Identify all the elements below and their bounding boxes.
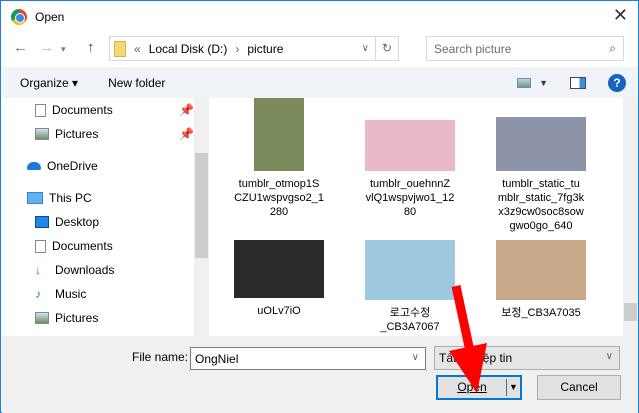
breadcrumb-local-disk[interactable]: Local Disk (D:) bbox=[149, 42, 228, 56]
sidebar-item-desktop[interactable]: Desktop bbox=[35, 215, 99, 229]
file-item[interactable]: 보정_CB3A7035 bbox=[486, 240, 596, 320]
toolbar: Organize ▾ New folder ▼ ? bbox=[2, 67, 638, 98]
documents-icon bbox=[35, 239, 46, 253]
window-title: Open bbox=[35, 10, 65, 24]
sidebar-item-documents-quick[interactable]: Documents bbox=[35, 103, 113, 117]
file-name-line: x3z9cw0soc8sow bbox=[498, 206, 584, 218]
view-icon[interactable] bbox=[517, 77, 532, 88]
chrome-icon bbox=[11, 9, 27, 25]
file-name-line: CZU1wspvgso2_1 bbox=[234, 192, 324, 204]
overflow-chevron[interactable]: « bbox=[134, 42, 141, 56]
pictures-icon bbox=[35, 312, 49, 324]
thumbnail-image bbox=[254, 98, 304, 171]
search-icon: ⌕ bbox=[609, 41, 616, 55]
file-name-value: OngNiel bbox=[195, 352, 239, 366]
pin-icon[interactable]: 📌 bbox=[179, 103, 194, 117]
scrollbar-thumb[interactable] bbox=[624, 303, 637, 321]
onedrive-icon bbox=[27, 162, 41, 170]
view-dropdown-icon[interactable]: ▼ bbox=[539, 78, 548, 88]
sidebar-item-documents[interactable]: Documents bbox=[35, 239, 113, 253]
file-name-line: tumblr_static_tu bbox=[502, 178, 580, 190]
preview-pane-icon[interactable] bbox=[570, 76, 586, 89]
pc-icon bbox=[27, 192, 43, 204]
new-folder-button[interactable]: New folder bbox=[108, 76, 165, 90]
sidebar-item-label: Downloads bbox=[55, 263, 115, 277]
thumbnail-image bbox=[496, 117, 586, 171]
file-item[interactable]: tumblr_otmop1S CZU1wspvgso2_1 280 bbox=[224, 98, 334, 219]
sidebar-item-label: Desktop bbox=[55, 215, 100, 229]
documents-icon bbox=[35, 103, 46, 117]
file-name-label: File name: bbox=[132, 350, 189, 364]
cancel-button[interactable]: Cancel bbox=[537, 375, 621, 400]
sidebar-item-label: Music bbox=[55, 287, 87, 301]
sidebar-item-music[interactable]: ♪ Music bbox=[35, 287, 86, 301]
file-grid-scrollbar[interactable] bbox=[623, 98, 638, 336]
close-button[interactable]: ✕ bbox=[613, 5, 628, 26]
file-name-line: 80 bbox=[403, 206, 417, 218]
footer: File name: OngNiel∨ Tất cả Tệp tin∨ Open… bbox=[2, 336, 638, 413]
sidebar-item-label: OneDrive bbox=[47, 159, 98, 173]
sidebar-item-label: Pictures bbox=[55, 311, 99, 325]
navigation-pane: Documents 📌 Pictures 📌 OneDrive This PC … bbox=[2, 98, 194, 336]
file-name-line: mblr_static_7fg3k bbox=[497, 192, 585, 204]
sidebar-item-label: This PC bbox=[49, 191, 92, 205]
sidebar-item-this-pc[interactable]: This PC bbox=[27, 191, 92, 205]
open-dropdown-icon[interactable]: ▼ bbox=[506, 379, 520, 396]
up-button[interactable]: ↑ bbox=[87, 39, 95, 56]
file-name-line: gwo0go_640 bbox=[509, 220, 573, 232]
scrollbar-thumb[interactable] bbox=[195, 153, 208, 258]
chevron-down-icon[interactable]: ∨ bbox=[606, 351, 613, 362]
sidebar-item-label: Pictures bbox=[55, 127, 99, 141]
breadcrumb-picture[interactable]: picture bbox=[247, 42, 283, 56]
organize-button[interactable]: Organize ▾ bbox=[20, 76, 78, 90]
help-icon[interactable]: ? bbox=[608, 73, 626, 92]
desktop-icon bbox=[35, 216, 49, 228]
sidebar-item-onedrive[interactable]: OneDrive bbox=[27, 159, 98, 173]
sidebar-item-label: Documents bbox=[52, 239, 113, 253]
open-dialog: Open ✕ ← → ▾ ↑ « Local Disk (D:) › pictu… bbox=[0, 0, 639, 413]
address-bar[interactable]: « Local Disk (D:) › picture ∨ ↻ bbox=[109, 36, 399, 61]
sidebar-item-downloads[interactable]: ↓ Downloads bbox=[35, 263, 114, 277]
file-item[interactable]: tumblr_static_tu mblr_static_7fg3k x3z9cw0… bbox=[486, 117, 596, 233]
title-bar: Open bbox=[11, 9, 64, 25]
chevron-down-icon[interactable]: ∨ bbox=[412, 352, 419, 363]
search-placeholder: Search picture bbox=[434, 42, 512, 56]
file-name-line: 280 bbox=[269, 206, 289, 218]
file-name-line: 보정_CB3A7035 bbox=[501, 307, 581, 319]
folder-icon bbox=[114, 40, 126, 57]
file-name-line: uOLv7iO bbox=[257, 305, 301, 317]
thumbnail-image bbox=[365, 120, 455, 171]
thumbnail-image bbox=[234, 240, 324, 298]
file-grid: tumblr_otmop1S CZU1wspvgso2_1 280 tumblr_o… bbox=[214, 98, 623, 336]
file-item[interactable]: uOLv7iO bbox=[224, 240, 334, 318]
sidebar-item-pictures-quick[interactable]: Pictures bbox=[35, 127, 98, 141]
sidebar-item-label: Documents bbox=[52, 103, 113, 117]
navigation-scrollbar[interactable] bbox=[194, 98, 209, 336]
file-item[interactable]: tumblr_ouehnnZ vlQ1wspvjwo1_12 80 bbox=[355, 120, 465, 219]
file-name-input[interactable]: OngNiel ∨ bbox=[190, 347, 426, 370]
recent-dropdown[interactable]: ▾ bbox=[61, 44, 66, 55]
forward-button[interactable]: → bbox=[39, 39, 54, 56]
file-name-line: tumblr_ouehnnZ bbox=[369, 178, 451, 190]
pin-icon[interactable]: 📌 bbox=[179, 127, 194, 141]
red-arrow-annotation bbox=[449, 285, 487, 393]
back-button[interactable]: ← bbox=[13, 39, 28, 56]
thumbnail-image bbox=[496, 240, 586, 300]
file-name-line: vlQ1wspvjwo1_12 bbox=[365, 192, 455, 204]
music-icon: ♪ bbox=[35, 287, 41, 301]
pictures-icon bbox=[35, 128, 49, 140]
sidebar-item-pictures[interactable]: Pictures bbox=[35, 311, 98, 325]
search-input[interactable]: Search picture ⌕ bbox=[426, 36, 624, 61]
refresh-icon[interactable]: ↻ bbox=[374, 37, 398, 60]
downloads-icon: ↓ bbox=[35, 263, 41, 277]
breadcrumb-separator: › bbox=[235, 41, 240, 56]
file-name-line: tumblr_otmop1S bbox=[238, 178, 320, 190]
address-dropdown-icon[interactable]: ∨ bbox=[356, 43, 375, 54]
